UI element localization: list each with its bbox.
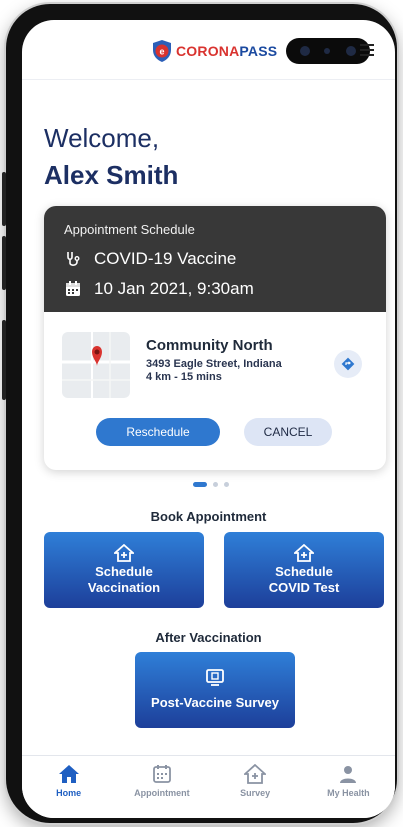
app-logo: e CORONAPASS xyxy=(150,38,277,64)
survey-monitor-icon xyxy=(206,669,224,686)
calendar-icon xyxy=(66,281,80,296)
home-plus-icon xyxy=(294,544,314,562)
calendar-icon xyxy=(152,765,171,783)
power-button xyxy=(2,320,6,400)
hamburger-menu-icon[interactable] xyxy=(360,44,374,56)
svg-text:e: e xyxy=(159,47,164,57)
carousel-dot[interactable] xyxy=(213,482,218,487)
carousel-dot[interactable] xyxy=(224,482,229,487)
volume-up-button xyxy=(2,172,6,226)
appointment-card-body: Community North 3493 Eagle Street, India… xyxy=(44,312,386,470)
home-plus-icon xyxy=(114,544,134,562)
app-screen: e CORONAPASS Welcome, Alex Smith Appoint… xyxy=(22,20,395,818)
carousel-dot-active[interactable] xyxy=(193,482,207,487)
phone-frame: e CORONAPASS Welcome, Alex Smith Appoint… xyxy=(2,4,397,823)
schedule-covid-test-button[interactable]: Schedule COVID Test xyxy=(224,532,384,608)
survey-home-icon xyxy=(244,764,267,784)
appointment-card-header: Appointment Schedule COVID-19 Vaccine 10… xyxy=(44,206,386,312)
distance-line: 4 km - 15 mins xyxy=(146,371,222,383)
cancel-button[interactable]: CANCEL xyxy=(244,418,332,446)
nav-my-health[interactable]: My Health xyxy=(302,756,395,818)
location-address: 3493 Eagle Street, Indiana 4 km - 15 min… xyxy=(146,358,282,384)
camera-cutout xyxy=(286,38,370,64)
location-name: Community North xyxy=(146,337,273,354)
logo-text-pass: PASS xyxy=(239,43,278,59)
address-line: 3493 Eagle Street, Indiana xyxy=(146,358,282,370)
shield-logo-icon: e xyxy=(153,40,171,62)
schedule-covid-test-label: Schedule COVID Test xyxy=(268,564,340,595)
nav-home-label: Home xyxy=(56,788,82,798)
user-name: Alex Smith xyxy=(44,160,179,190)
nav-home[interactable]: Home xyxy=(22,756,115,818)
nav-appointment[interactable]: Appointment xyxy=(115,756,208,818)
appointment-datetime: 10 Jan 2021, 9:30am xyxy=(94,279,254,298)
nav-survey[interactable]: Survey xyxy=(209,756,302,818)
home-icon xyxy=(58,765,79,783)
directions-button[interactable] xyxy=(334,350,362,378)
bottom-navigation: Home Appointment Survey My Health xyxy=(22,755,395,818)
directions-icon xyxy=(341,357,355,371)
carousel-indicator xyxy=(193,482,235,487)
nav-appointment-label: Appointment xyxy=(134,788,190,798)
app-header: e CORONAPASS xyxy=(22,20,395,80)
schedule-vaccination-label: Schedule Vaccination xyxy=(87,564,161,595)
vaccine-name: COVID-19 Vaccine xyxy=(94,249,237,268)
appointment-card: Appointment Schedule COVID-19 Vaccine 10… xyxy=(44,206,386,470)
volume-down-button xyxy=(2,236,6,290)
book-appointment-title: Book Appointment xyxy=(150,509,267,524)
logo-text-corona: CORONA xyxy=(176,43,240,59)
reschedule-button[interactable]: Reschedule xyxy=(96,418,220,446)
nav-my-health-label: My Health xyxy=(327,788,370,798)
welcome-greeting: Welcome, xyxy=(44,123,160,153)
person-icon xyxy=(340,766,357,783)
nav-survey-label: Survey xyxy=(240,788,271,798)
schedule-vaccination-button[interactable]: Schedule Vaccination xyxy=(44,532,204,608)
after-vaccination-title: After Vaccination xyxy=(155,630,262,645)
appointment-heading: Appointment Schedule xyxy=(64,222,195,237)
location-map-thumbnail[interactable] xyxy=(62,332,130,398)
post-vaccine-survey-button[interactable]: Post-Vaccine Survey xyxy=(135,652,295,728)
post-vaccine-survey-label: Post-Vaccine Survey xyxy=(151,695,279,710)
stethoscope-icon xyxy=(67,252,80,266)
